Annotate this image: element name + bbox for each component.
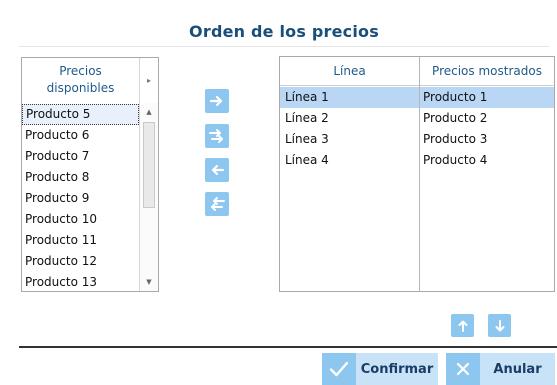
- scroll-up-icon[interactable]: ▲: [140, 104, 158, 120]
- table-row[interactable]: Línea 1 Producto 1: [280, 87, 554, 108]
- line-cell: Línea 1: [285, 90, 329, 104]
- price-cell: Producto 1: [423, 90, 488, 104]
- footer-divider: [19, 346, 557, 348]
- list-scrollbar[interactable]: ▲ ▼: [139, 103, 158, 291]
- table-row[interactable]: Línea 3 Producto 3: [280, 129, 554, 150]
- x-icon: [446, 353, 480, 385]
- remove-price-button[interactable]: [205, 158, 229, 182]
- scrollbar-thumb[interactable]: [143, 122, 155, 208]
- cancel-button-label: Anular: [493, 361, 542, 377]
- line-cell: Línea 2: [285, 111, 329, 125]
- price-cell: Producto 3: [423, 132, 488, 146]
- price-cell: Producto 4: [423, 153, 488, 167]
- list-item[interactable]: Producto 11: [22, 230, 139, 251]
- arrow-up-icon: [458, 320, 467, 332]
- arrow-left-icon: [211, 164, 224, 176]
- move-down-button[interactable]: [488, 314, 511, 337]
- list-item[interactable]: Producto 6: [22, 125, 139, 146]
- available-prices-items: Producto 5 Producto 6 Producto 7 Product…: [22, 104, 139, 293]
- list-item[interactable]: Producto 5: [22, 104, 139, 125]
- add-price-button[interactable]: [205, 89, 229, 113]
- table-row[interactable]: Línea 4 Producto 4: [280, 150, 554, 171]
- scroll-down-icon[interactable]: ▼: [140, 274, 158, 290]
- remove-all-prices-button[interactable]: [205, 192, 229, 216]
- list-item[interactable]: Producto 8: [22, 167, 139, 188]
- header-expand-arrow-icon[interactable]: ▸: [139, 58, 158, 103]
- column-header-line[interactable]: Línea: [280, 57, 419, 85]
- displayed-prices-grid[interactable]: Línea Precios mostrados Línea 1 Producto…: [279, 56, 555, 292]
- check-icon: [322, 353, 356, 385]
- double-arrow-left-icon: [211, 197, 225, 211]
- list-item[interactable]: Producto 9: [22, 188, 139, 209]
- table-row[interactable]: Línea 2 Producto 2: [280, 108, 554, 129]
- available-prices-list[interactable]: Precios disponibles ▸ Producto 5 Product…: [21, 57, 159, 292]
- available-prices-header-line1: Precios: [59, 64, 102, 78]
- header-divider: [280, 85, 554, 86]
- cancel-button[interactable]: Anular: [446, 353, 555, 385]
- column-header-prices-shown[interactable]: Precios mostrados: [420, 57, 554, 85]
- add-all-prices-button[interactable]: [205, 124, 229, 148]
- line-cell: Línea 4: [285, 153, 329, 167]
- dialog-header: Orden de los precios: [19, 20, 549, 47]
- page-title: Orden de los precios: [189, 22, 379, 41]
- double-arrow-right-icon: [209, 129, 223, 143]
- arrow-down-icon: [495, 319, 504, 331]
- list-item[interactable]: Producto 13: [22, 272, 139, 293]
- confirm-button[interactable]: Confirmar: [322, 353, 438, 385]
- available-prices-header-line2: disponibles: [46, 81, 115, 95]
- column-divider: [419, 57, 420, 291]
- move-up-button[interactable]: [451, 314, 474, 337]
- list-item[interactable]: Producto 12: [22, 251, 139, 272]
- available-prices-header: Precios disponibles: [22, 58, 139, 103]
- line-cell: Línea 3: [285, 132, 329, 146]
- price-cell: Producto 2: [423, 111, 488, 125]
- arrow-right-icon: [210, 95, 223, 107]
- list-item[interactable]: Producto 7: [22, 146, 139, 167]
- confirm-button-label: Confirmar: [360, 361, 434, 377]
- list-item[interactable]: Producto 10: [22, 209, 139, 230]
